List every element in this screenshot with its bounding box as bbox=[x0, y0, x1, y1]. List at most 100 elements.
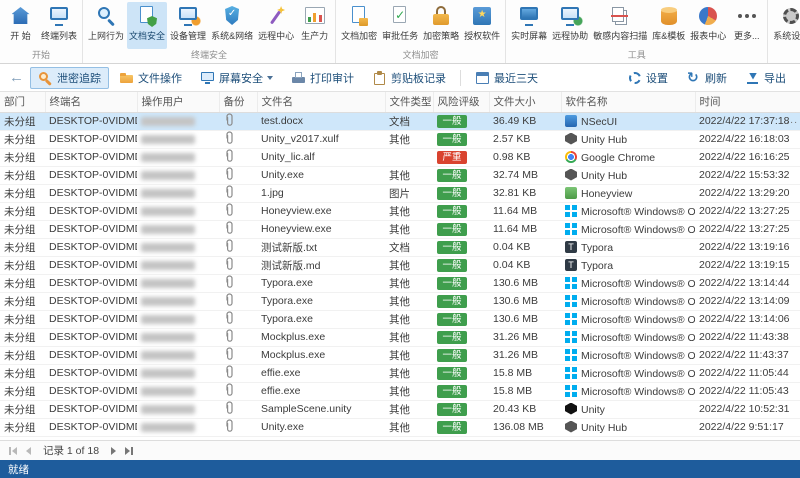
table-row[interactable]: 未分组 DESKTOP-0VIDMDJ test.docx 文档 一般 36.4… bbox=[0, 112, 800, 131]
paperclip-icon[interactable] bbox=[223, 220, 235, 238]
toolbar-action-button[interactable]: 导出 bbox=[737, 67, 794, 89]
ribbon-button[interactable]: 实时屏幕 bbox=[509, 2, 549, 49]
doc-encrypt-icon bbox=[346, 5, 372, 27]
column-header[interactable]: 时间 bbox=[695, 92, 800, 113]
ribbon-button[interactable]: 设备管理 bbox=[168, 2, 208, 49]
toolbar-button[interactable]: 打印审计 bbox=[283, 67, 362, 89]
app-name: Microsoft® Windows® Oper... bbox=[581, 277, 695, 290]
column-header[interactable]: 文件类型 bbox=[385, 92, 434, 113]
paperclip-icon[interactable] bbox=[223, 148, 235, 166]
table-row[interactable]: 未分组 DESKTOP-0VIDMDJ Unity_v2017.xulf 其他 … bbox=[0, 130, 800, 149]
column-header[interactable]: 操作用户 bbox=[137, 92, 220, 113]
table-row[interactable]: 未分组 DESKTOP-0VIDMDJ SampleScene.unity 其他… bbox=[0, 400, 800, 419]
risk-badge: 一般 bbox=[437, 348, 467, 362]
table-row[interactable]: 未分组 DESKTOP-0VIDMDJ 测试新版.txt 文档 一般 0.04 … bbox=[0, 238, 800, 257]
column-header[interactable]: 部门 bbox=[0, 92, 46, 113]
toolbar-action-button[interactable]: 设置 bbox=[619, 67, 676, 89]
table-row[interactable]: 未分组 DESKTOP-0VIDMDJ Mockplus.exe 其他 一般 3… bbox=[0, 346, 800, 365]
back-button[interactable] bbox=[6, 68, 28, 88]
date-filter-button[interactable]: 最近三天 bbox=[467, 67, 546, 89]
row-actions-button[interactable]: ... bbox=[786, 114, 798, 126]
ribbon-button[interactable]: 报表中心 bbox=[688, 2, 728, 49]
paperclip-icon[interactable] bbox=[223, 346, 235, 364]
operator-redacted bbox=[141, 260, 195, 270]
table-row[interactable]: 未分组 DESKTOP-0VIDMDJ Unity.exe 其他 一般 32.7… bbox=[0, 166, 800, 185]
table-row[interactable]: 未分组 DESKTOP-0VIDMDJ Typora.exe 其他 一般 130… bbox=[0, 310, 800, 329]
ribbon-button[interactable]: 敏感内容扫描 bbox=[591, 2, 649, 49]
paperclip-icon[interactable] bbox=[223, 382, 235, 400]
cell-filesize: 11.64 MB bbox=[489, 202, 561, 221]
prev-page-button[interactable] bbox=[23, 443, 34, 459]
ribbon-button[interactable]: 上网行为 bbox=[86, 2, 126, 49]
operator-redacted bbox=[141, 242, 195, 252]
paperclip-icon[interactable] bbox=[223, 184, 235, 202]
ribbon-button[interactable]: 生产力 bbox=[297, 2, 332, 49]
column-header[interactable]: 风险评级 bbox=[433, 92, 490, 113]
table-row[interactable]: 未分组 DESKTOP-0VIDMDJ Unity.exe 其他 一般 136.… bbox=[0, 418, 800, 437]
ribbon-button[interactable]: 远程中心 bbox=[256, 2, 296, 49]
paperclip-icon[interactable] bbox=[223, 238, 235, 256]
paperclip-icon[interactable] bbox=[223, 256, 235, 274]
toolbar-button[interactable]: 文件操作 bbox=[111, 67, 190, 89]
paperclip-icon[interactable] bbox=[223, 400, 235, 418]
ribbon-button[interactable]: 加密策略 bbox=[421, 2, 461, 49]
paperclip-icon[interactable] bbox=[223, 112, 235, 130]
ribbon-button[interactable]: 授权软件 bbox=[462, 2, 502, 49]
cell-filename: Unity_v2017.xulf bbox=[257, 130, 385, 149]
table-row[interactable]: 未分组 DESKTOP-0VIDMDJ Honeyview.exe 其他 一般 … bbox=[0, 220, 800, 239]
cell-terminal: DESKTOP-0VIDMDJ bbox=[45, 130, 137, 149]
ribbon-button[interactable]: 文档加密 bbox=[339, 2, 379, 49]
cell-department: 未分组 bbox=[0, 274, 45, 293]
table-row[interactable]: 未分组 DESKTOP-0VIDMDJ 测试新版.md 其他 一般 0.04 K… bbox=[0, 256, 800, 275]
table-row[interactable]: 未分组 DESKTOP-0VIDMDJ Typora.exe 其他 一般 130… bbox=[0, 274, 800, 293]
paperclip-icon[interactable] bbox=[223, 328, 235, 346]
paperclip-icon[interactable] bbox=[223, 292, 235, 310]
next-page-button[interactable] bbox=[108, 443, 119, 459]
cell-risk: 一般 bbox=[433, 310, 489, 329]
table-row[interactable]: 未分组 DESKTOP-0VIDMDJ Mockplus.exe 其他 一般 3… bbox=[0, 328, 800, 347]
cell-terminal: DESKTOP-0VIDMDJ bbox=[45, 274, 137, 293]
table-row[interactable]: 未分组 DESKTOP-0VIDMDJ effie.exe 其他 一般 15.8… bbox=[0, 382, 800, 401]
ribbon-button[interactable]: 开 始 bbox=[3, 2, 38, 49]
table-row[interactable]: 未分组 DESKTOP-0VIDMDJ 1.jpg 图片 一般 32.81 KB… bbox=[0, 184, 800, 203]
paperclip-icon[interactable] bbox=[223, 130, 235, 148]
column-header[interactable]: 文件名 bbox=[257, 92, 386, 113]
column-header[interactable]: 软件名称 bbox=[561, 92, 696, 113]
table-row[interactable]: 未分组 DESKTOP-0VIDMDJ effie.exe 其他 一般 15.8… bbox=[0, 364, 800, 383]
ribbon-group-label: 其他 bbox=[771, 49, 800, 63]
column-header[interactable]: 备份 bbox=[219, 92, 258, 113]
column-header[interactable]: 终端名 bbox=[45, 92, 138, 113]
ribbon-button-label: 敏感内容扫描 bbox=[593, 31, 648, 41]
paperclip-icon[interactable] bbox=[223, 202, 235, 220]
ribbon-button[interactable]: 审批任务 bbox=[380, 2, 420, 49]
paperclip-icon[interactable] bbox=[223, 364, 235, 382]
ribbon-button[interactable]: 文档安全 bbox=[127, 2, 168, 49]
column-header[interactable]: 文件大小 bbox=[489, 92, 562, 113]
ribbon-button[interactable]: 系统设置 bbox=[771, 2, 800, 49]
cell-risk: 一般 bbox=[433, 256, 489, 275]
paperclip-icon[interactable] bbox=[223, 274, 235, 292]
ribbon-button[interactable]: 系统&网络 bbox=[209, 2, 255, 49]
table-row[interactable]: 未分组 DESKTOP-0VIDMDJ Typora.exe 其他 一般 130… bbox=[0, 292, 800, 311]
cell-time: 2022/4/22 11:43:38... bbox=[695, 328, 800, 347]
toolbar-button[interactable]: 屏幕安全 bbox=[192, 67, 281, 89]
table-row[interactable]: 未分组 DESKTOP-0VIDMDJ Honeyview.exe 其他 一般 … bbox=[0, 202, 800, 221]
cell-terminal: DESKTOP-0VIDMDJ bbox=[45, 418, 137, 437]
cell-terminal: DESKTOP-0VIDMDJ bbox=[45, 346, 137, 365]
paperclip-icon[interactable] bbox=[223, 418, 235, 436]
toolbar-button[interactable]: 剪贴板记录 bbox=[364, 67, 454, 89]
cell-filename: Typora.exe bbox=[257, 274, 385, 293]
ribbon-button[interactable]: 更多... bbox=[729, 2, 764, 49]
calendar-icon bbox=[475, 71, 490, 85]
first-page-button[interactable] bbox=[6, 443, 20, 459]
ribbon-button[interactable]: 远程协助 bbox=[550, 2, 590, 49]
paperclip-icon[interactable] bbox=[223, 166, 235, 184]
paperclip-icon[interactable] bbox=[223, 310, 235, 328]
toolbar-button[interactable]: 泄密追踪 bbox=[30, 66, 109, 89]
toolbar-action-button[interactable]: 刷新 bbox=[678, 67, 735, 89]
last-page-button[interactable] bbox=[122, 443, 136, 459]
table-row[interactable]: 未分组 DESKTOP-0VIDMDJ Unity_lic.alf 严重 0.9… bbox=[0, 148, 800, 167]
ribbon-button[interactable]: 库&模板 bbox=[650, 2, 687, 49]
ribbon-button-label: 文档加密 bbox=[341, 31, 378, 41]
ribbon-button[interactable]: 终端列表 bbox=[39, 2, 79, 49]
